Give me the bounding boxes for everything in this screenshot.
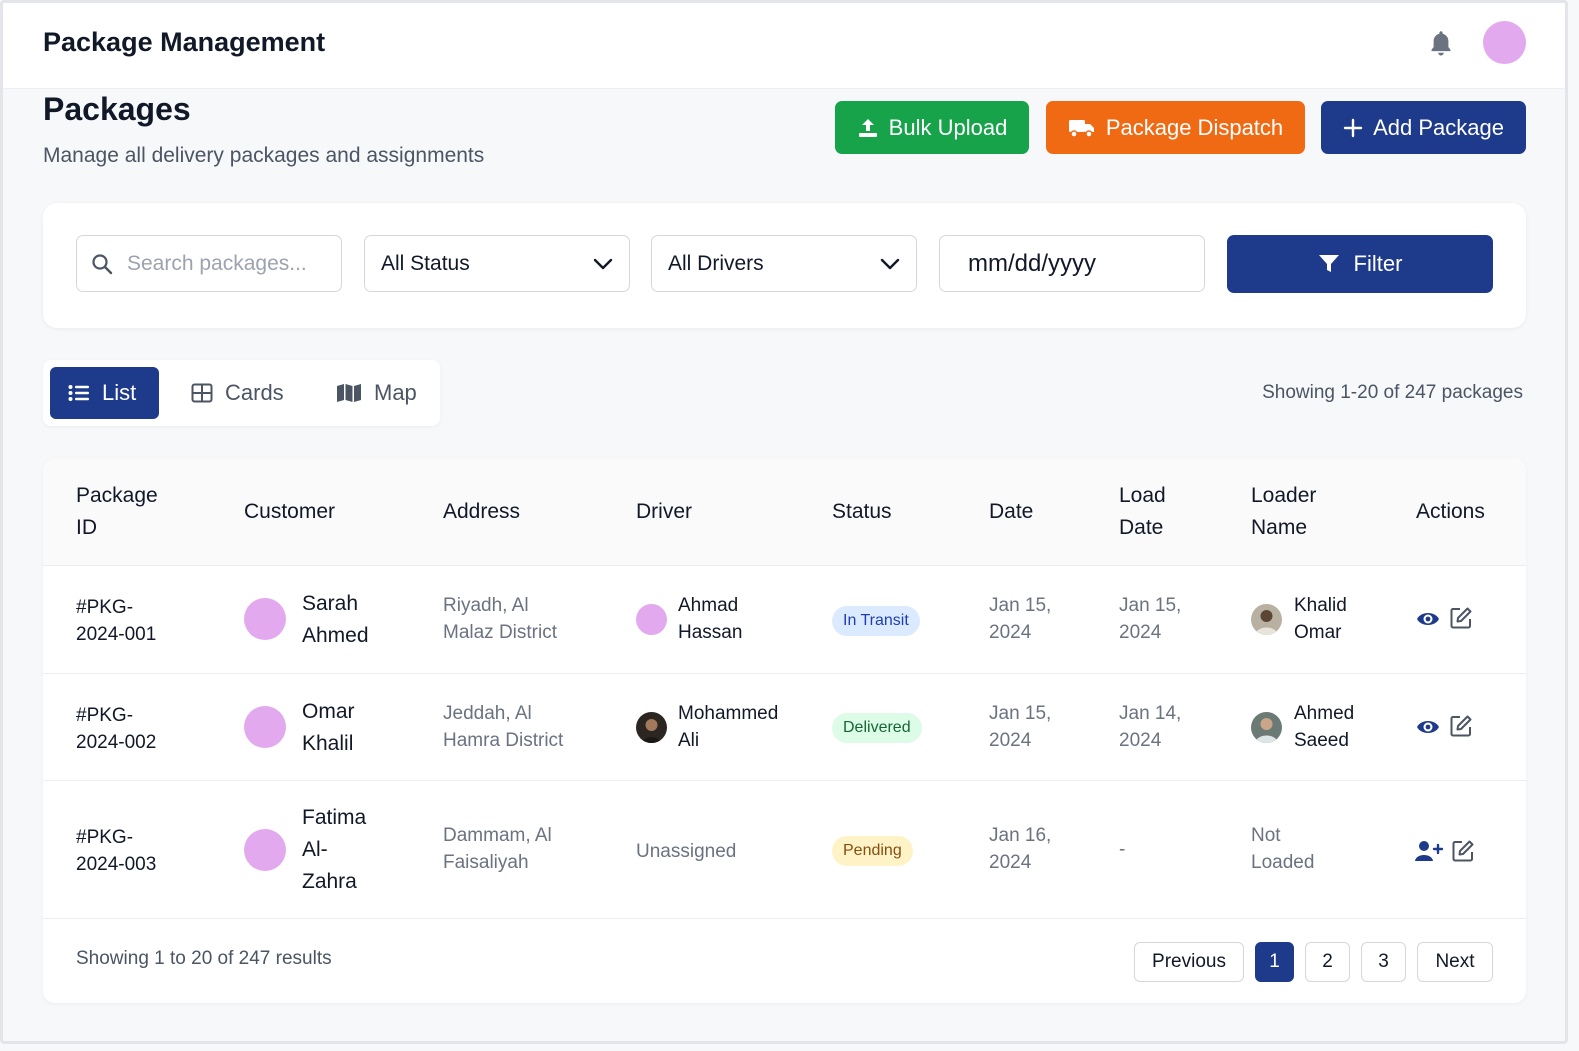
driver-select[interactable]: All Drivers	[651, 235, 917, 292]
column-load-date[interactable]: Load Date	[1119, 480, 1166, 544]
driver-avatar	[636, 604, 667, 635]
load-date: -	[1119, 839, 1126, 860]
page-3-button[interactable]: 3	[1361, 942, 1406, 982]
date: Jan 15, 2024	[989, 703, 1052, 751]
filter-panel: Search packages... All Status All Driver…	[43, 203, 1526, 328]
previous-page-button[interactable]: Previous	[1134, 942, 1244, 982]
edit-icon[interactable]	[1451, 839, 1475, 863]
date: Jan 15, 2024	[989, 595, 1052, 643]
customer-avatar	[244, 598, 286, 640]
eye-icon[interactable]	[1416, 715, 1440, 739]
loader-avatar	[1251, 712, 1282, 743]
search-input[interactable]: Search packages...	[76, 235, 342, 292]
edit-icon[interactable]	[1449, 714, 1473, 738]
column-address[interactable]: Address	[443, 496, 520, 528]
results-summary: Showing 1-20 of 247 packages	[1262, 382, 1523, 403]
date-input[interactable]: mm/dd/yyyy	[939, 235, 1205, 292]
loader-name: Ahmed Saeed	[1294, 703, 1355, 751]
load-date: Jan 14, 2024	[1119, 703, 1182, 751]
search-placeholder: Search packages...	[127, 251, 307, 275]
page-subtitle: Manage all delivery packages and assignm…	[43, 144, 485, 167]
status-badge: Delivered	[832, 713, 922, 743]
date: Jan 16, 2024	[989, 825, 1052, 873]
customer-avatar	[244, 829, 286, 871]
bulk-upload-label: Bulk Upload	[888, 114, 1008, 140]
driver-avatar	[636, 712, 667, 743]
driver-unassigned: Unassigned	[636, 841, 737, 862]
view-list-button[interactable]: List	[50, 367, 159, 419]
app-window: Package Management Packages Manage all d…	[0, 0, 1568, 1044]
app-title: Package Management	[43, 27, 326, 57]
address: Riyadh, Al Malaz District	[443, 595, 558, 643]
table-row[interactable]: #PKG- 2024-001 Sarah Ahmed Riyadh, Al Malaz…	[43, 566, 1526, 674]
package-id: #PKG- 2024-003	[76, 827, 157, 875]
grid-icon	[191, 383, 213, 403]
customer-name: Fatima Al- Zahra	[302, 806, 367, 893]
top-bar: Package Management	[3, 3, 1565, 89]
plus-icon	[1343, 118, 1363, 137]
loader-avatar	[1251, 604, 1282, 635]
add-package-button[interactable]: Add Package	[1321, 101, 1526, 154]
table-row[interactable]: #PKG- 2024-003 Fatima Al- Zahra Dammam, Al F…	[43, 781, 1526, 919]
customer-avatar	[244, 706, 286, 748]
funnel-icon	[1318, 255, 1339, 272]
list-icon	[68, 385, 89, 401]
status-badge: In Transit	[832, 606, 920, 636]
column-driver[interactable]: Driver	[636, 496, 692, 528]
package-id: #PKG- 2024-002	[76, 705, 157, 753]
column-customer[interactable]: Customer	[244, 496, 335, 528]
loader-name: Khalid Omar	[1294, 595, 1347, 643]
driver-select-value: All Drivers	[668, 251, 764, 275]
view-cards-label: Cards	[225, 380, 284, 405]
bulk-upload-button[interactable]: Bulk Upload	[835, 101, 1029, 154]
customer-name: Omar Khalil	[302, 700, 355, 755]
edit-icon[interactable]	[1449, 606, 1473, 630]
package-dispatch-label: Package Dispatch	[1105, 114, 1284, 140]
add-package-label: Add Package	[1373, 114, 1504, 140]
view-map-label: Map	[374, 380, 417, 405]
view-map-button[interactable]: Map	[318, 367, 435, 419]
page-1-button[interactable]: 1	[1255, 942, 1294, 982]
view-list-label: List	[102, 380, 137, 405]
table-header: Package ID Customer Address Driver Status…	[43, 458, 1526, 566]
status-badge: Pending	[832, 836, 913, 866]
column-status[interactable]: Status	[832, 496, 892, 528]
package-id: #PKG- 2024-001	[76, 597, 157, 645]
customer-name: Sarah Ahmed	[302, 592, 369, 647]
view-cards-button[interactable]: Cards	[173, 367, 302, 419]
date-placeholder: mm/dd/yyyy	[968, 249, 1097, 277]
pagination-summary: Showing 1 to 20 of 247 results	[76, 948, 332, 969]
eye-icon[interactable]	[1416, 607, 1440, 631]
column-date[interactable]: Date	[989, 496, 1033, 528]
column-actions: Actions	[1416, 500, 1485, 523]
driver-name: Mohammed Ali	[678, 703, 779, 751]
status-select-value: All Status	[381, 251, 470, 275]
truck-icon	[1068, 119, 1094, 138]
avatar[interactable]	[1483, 21, 1526, 64]
table-row[interactable]: #PKG- 2024-002 Omar Khalil Jeddah, Al Hamra…	[43, 674, 1526, 781]
map-icon	[337, 384, 361, 402]
assign-driver-icon[interactable]	[1415, 839, 1443, 863]
upload-icon	[858, 118, 877, 137]
address: Jeddah, Al Hamra District	[443, 703, 564, 751]
column-package-id[interactable]: Package ID	[76, 480, 158, 544]
load-date: Jan 15, 2024	[1119, 595, 1182, 643]
package-dispatch-button[interactable]: Package Dispatch	[1046, 101, 1305, 154]
search-icon	[92, 253, 113, 274]
filter-label: Filter	[1353, 251, 1403, 276]
page-title: Packages	[43, 91, 191, 127]
bell-icon[interactable]	[1427, 29, 1455, 59]
driver-name: Ahmad Hassan	[678, 595, 743, 643]
address: Dammam, Al Faisaliyah	[443, 825, 552, 873]
chevron-down-icon	[880, 258, 900, 269]
column-loader-name[interactable]: Loader Name	[1251, 480, 1316, 544]
filter-button[interactable]: Filter	[1227, 235, 1493, 293]
status-select[interactable]: All Status	[364, 235, 630, 292]
loader-name: Not Loaded	[1251, 825, 1315, 873]
next-page-button[interactable]: Next	[1417, 942, 1493, 982]
page-2-button[interactable]: 2	[1305, 942, 1350, 982]
packages-table: Package ID Customer Address Driver Status…	[43, 458, 1526, 1003]
chevron-down-icon	[593, 258, 613, 269]
view-toggle: List Cards Map	[43, 360, 440, 426]
